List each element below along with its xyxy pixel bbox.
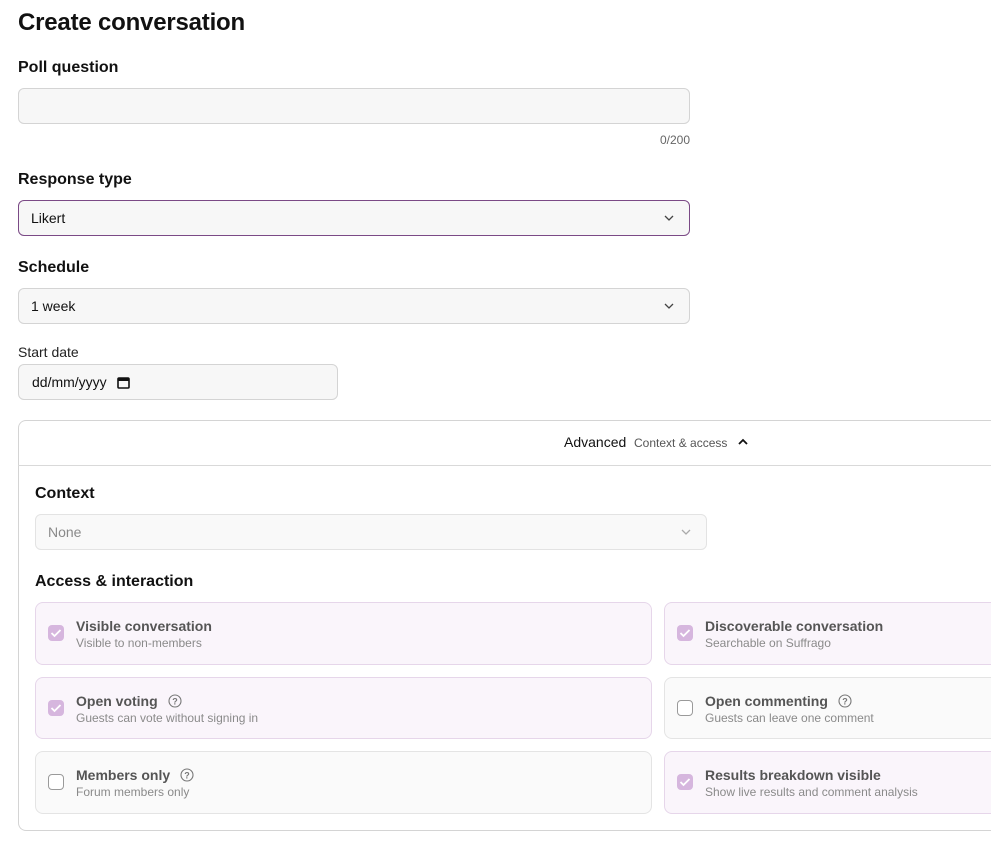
start-date-placeholder: dd/mm/yyyy bbox=[32, 374, 107, 390]
chevron-down-icon bbox=[664, 303, 674, 309]
option-subtitle: Guests can vote without signing in bbox=[76, 711, 259, 725]
schedule-select[interactable]: 1 week bbox=[18, 288, 690, 324]
check-icon bbox=[679, 778, 691, 787]
option-title-row: Open voting ? bbox=[76, 693, 182, 709]
discoverable-conversation-checkbox[interactable] bbox=[677, 625, 693, 641]
response-type-select[interactable]: Likert bbox=[18, 200, 690, 236]
response-type-value: Likert bbox=[31, 210, 66, 226]
option-members-only[interactable]: Members only ? Forum members only bbox=[35, 751, 652, 814]
check-icon bbox=[679, 629, 691, 638]
chevron-down-icon bbox=[681, 529, 691, 535]
option-title: Results breakdown visible bbox=[705, 767, 881, 783]
schedule-value: 1 week bbox=[31, 298, 76, 314]
option-subtitle: Guests can leave one comment bbox=[705, 711, 874, 725]
character-counter: 0/200 bbox=[659, 133, 690, 147]
advanced-title: Advanced bbox=[564, 434, 627, 450]
option-discoverable-conversation[interactable]: Discoverable conversation Searchable on … bbox=[664, 602, 991, 665]
option-subtitle: Show live results and comment analysis bbox=[705, 785, 918, 799]
option-subtitle: Forum members only bbox=[76, 785, 190, 799]
option-open-voting[interactable]: Open voting ? Guests can vote without si… bbox=[35, 677, 652, 739]
chevron-up-icon[interactable] bbox=[737, 437, 749, 447]
check-icon bbox=[50, 629, 62, 638]
page-title: Create conversation bbox=[18, 9, 245, 36]
access-interaction-label: Access & interaction bbox=[35, 573, 194, 590]
svg-text:?: ? bbox=[184, 770, 190, 780]
open-commenting-checkbox[interactable] bbox=[677, 700, 693, 716]
option-subtitle: Visible to non-members bbox=[76, 636, 202, 650]
poll-question-label: Poll question bbox=[18, 59, 119, 76]
start-date-input[interactable]: dd/mm/yyyy bbox=[18, 364, 338, 400]
help-circle-icon[interactable]: ? bbox=[168, 694, 182, 708]
option-title-row: Open commenting ? bbox=[705, 693, 852, 709]
context-value: None bbox=[48, 524, 82, 540]
chevron-down-icon bbox=[664, 215, 674, 221]
option-results-breakdown-visible[interactable]: Results breakdown visible Show live resu… bbox=[664, 751, 991, 814]
option-title: Visible conversation bbox=[76, 618, 212, 634]
start-date-label: Start date bbox=[18, 344, 79, 360]
create-conversation-page: Create conversation Poll question 0/200 … bbox=[0, 0, 991, 855]
open-voting-checkbox[interactable] bbox=[48, 700, 64, 716]
option-title: Open voting bbox=[76, 693, 158, 709]
option-open-commenting[interactable]: Open commenting ? Guests can leave one c… bbox=[664, 677, 991, 739]
schedule-label: Schedule bbox=[18, 259, 90, 276]
advanced-subtitle: Context & access bbox=[634, 436, 728, 450]
visible-conversation-checkbox[interactable] bbox=[48, 625, 64, 641]
advanced-toggle[interactable] bbox=[18, 420, 991, 466]
option-title: Members only bbox=[76, 767, 171, 783]
response-type-label: Response type bbox=[18, 171, 132, 188]
svg-text:?: ? bbox=[172, 696, 178, 706]
option-visible-conversation[interactable]: Visible conversation Visible to non-memb… bbox=[35, 602, 652, 665]
members-only-checkbox[interactable] bbox=[48, 774, 64, 790]
option-title: Discoverable conversation bbox=[705, 618, 884, 634]
calendar-icon[interactable] bbox=[116, 376, 130, 389]
context-select[interactable]: None bbox=[35, 514, 707, 550]
option-subtitle: Searchable on Suffrago bbox=[705, 636, 831, 650]
check-icon bbox=[50, 704, 62, 713]
option-title-row: Members only ? bbox=[76, 767, 194, 783]
help-circle-icon[interactable]: ? bbox=[838, 694, 852, 708]
poll-question-input[interactable] bbox=[18, 88, 690, 124]
option-title: Open commenting bbox=[705, 693, 828, 709]
help-circle-icon[interactable]: ? bbox=[180, 768, 194, 782]
results-breakdown-checkbox[interactable] bbox=[677, 774, 693, 790]
context-label: Context bbox=[35, 485, 95, 502]
svg-text:?: ? bbox=[842, 696, 848, 706]
